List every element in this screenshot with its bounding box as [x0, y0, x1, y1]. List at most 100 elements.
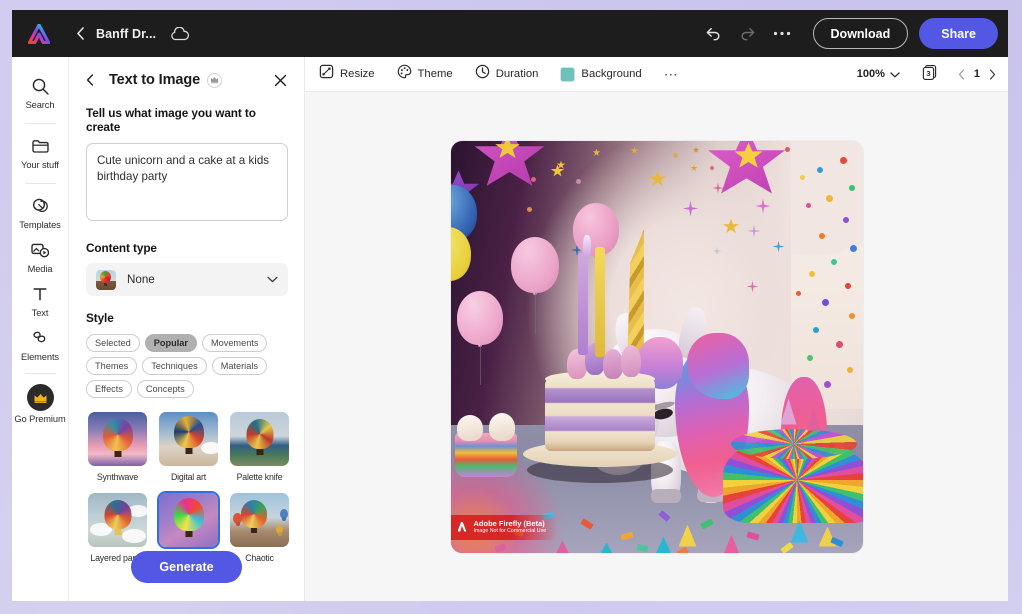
duration-label: Duration	[495, 68, 539, 80]
redo-icon[interactable]	[733, 19, 763, 49]
document-title[interactable]: Banff Dr...	[96, 27, 156, 41]
folder-icon	[31, 135, 50, 157]
resize-button[interactable]: Resize	[319, 64, 375, 84]
prev-page-button[interactable]	[958, 68, 965, 80]
sidebar-item-go-premium[interactable]: Go Premium	[12, 379, 69, 428]
chevron-down-icon	[267, 276, 278, 283]
background-button[interactable]: Background	[560, 66, 642, 82]
canvas-toolbar: Resize Theme Duration Background ⋯ 100% …	[305, 57, 1008, 92]
sidebar-item-label: Templates	[19, 220, 61, 230]
canvas-column: Resize Theme Duration Background ⋯ 100% …	[305, 57, 1008, 601]
content-type-label: Content type	[86, 241, 157, 255]
style-category-chips: Selected Popular Movements Themes Techni…	[86, 334, 294, 398]
sidebar-item-your-stuff[interactable]: Your stuff	[12, 130, 69, 174]
style-chip-materials[interactable]: Materials	[211, 357, 267, 375]
artboard[interactable]: Adobe Firefly (Beta) Image Not for Comme…	[450, 140, 863, 553]
back-button[interactable]	[72, 26, 88, 42]
crown-icon	[26, 384, 54, 411]
sidebar-item-label: Text	[31, 308, 49, 318]
adobe-express-logo[interactable]	[24, 20, 54, 48]
panel-header: Text to Image	[86, 57, 287, 88]
style-thumbnail	[228, 410, 291, 468]
text-icon	[31, 283, 49, 305]
watermark-subtitle: Image Not for Commercial Use	[473, 527, 547, 534]
sidebar-item-media[interactable]: Media	[12, 234, 69, 278]
style-thumbnail	[86, 491, 149, 549]
content-type-select[interactable]: None	[86, 263, 288, 296]
text-to-image-panel: Text to Image Tell us what image you wan…	[69, 57, 305, 601]
sidebar-item-templates[interactable]: Templates	[12, 190, 69, 234]
sidebar-item-label: Media	[27, 264, 53, 274]
panel-back-button[interactable]	[86, 74, 100, 86]
generate-button[interactable]: Generate	[131, 551, 242, 583]
sidebar-item-label: Search	[25, 100, 55, 110]
more-horizontal-icon[interactable]	[767, 19, 797, 49]
style-chip-techniques[interactable]: Techniques	[142, 357, 207, 375]
palette-icon	[397, 64, 412, 84]
firefly-watermark: Adobe Firefly (Beta) Image Not for Comme…	[450, 514, 557, 540]
canvas-area[interactable]: Adobe Firefly (Beta) Image Not for Comme…	[305, 92, 1008, 601]
theme-button[interactable]: Theme	[397, 64, 453, 84]
content-type-value: None	[127, 273, 155, 286]
style-option-palette-knife[interactable]: Palette knife	[228, 410, 291, 482]
style-chip-movements[interactable]: Movements	[201, 334, 268, 352]
svg-text:3: 3	[926, 69, 930, 78]
undo-icon[interactable]	[699, 19, 729, 49]
adobe-firefly-logo	[457, 521, 467, 532]
generate-button-wrap: Generate	[69, 551, 304, 583]
hot-air-balloon-thumbnail	[96, 269, 116, 290]
sidebar-item-label: Elements	[21, 352, 59, 362]
resize-label: Resize	[340, 68, 375, 80]
elements-icon	[30, 327, 50, 349]
style-label: Style	[86, 311, 114, 325]
sidebar-item-elements[interactable]: Elements	[12, 322, 69, 366]
next-page-button[interactable]	[989, 68, 996, 80]
cloud-saved-icon	[170, 26, 190, 41]
style-option-label: Palette knife	[236, 472, 283, 482]
prompt-input[interactable]	[86, 143, 288, 221]
style-chip-selected[interactable]: Selected	[86, 334, 140, 352]
page-navigation: 1	[958, 68, 996, 80]
top-bar: Banff Dr... Download Share	[12, 10, 1008, 57]
style-option-label: Digital art	[171, 472, 206, 482]
zoom-value: 100%	[856, 68, 885, 80]
style-chip-concepts[interactable]: Concepts	[136, 380, 194, 398]
app-body: Search Your stuff Templates Media Text E…	[12, 57, 1008, 601]
premium-badge-icon	[207, 72, 223, 88]
prompt-label: Tell us what image you want to create	[86, 106, 256, 134]
zoom-control[interactable]: 100%	[857, 65, 900, 83]
sidebar-item-label: Go Premium	[14, 414, 66, 424]
search-icon	[31, 75, 50, 97]
current-page-number: 1	[973, 68, 980, 80]
style-option-synthwave[interactable]: Synthwave	[86, 410, 149, 482]
sidebar-item-label: Your stuff	[21, 160, 59, 170]
resize-icon	[319, 64, 334, 84]
style-thumbnail	[86, 410, 149, 468]
pages-icon[interactable]: 3	[920, 64, 940, 84]
style-thumbnail-grid: Synthwave Digital art Palette knife Laye…	[86, 410, 291, 563]
generated-image: Adobe Firefly (Beta) Image Not for Comme…	[450, 140, 863, 553]
style-chip-themes[interactable]: Themes	[86, 357, 138, 375]
theme-label: Theme	[417, 68, 453, 80]
left-rail: Search Your stuff Templates Media Text E…	[12, 57, 69, 601]
sidebar-item-search[interactable]: Search	[12, 70, 69, 114]
toolbar-more-icon[interactable]: ⋯	[664, 67, 679, 81]
style-thumbnail	[157, 491, 220, 549]
download-button[interactable]: Download	[812, 18, 909, 49]
style-chip-effects[interactable]: Effects	[86, 380, 132, 398]
background-color-swatch[interactable]	[560, 66, 576, 82]
watermark-title: Adobe Firefly (Beta)	[473, 518, 545, 528]
duration-button[interactable]: Duration	[475, 64, 539, 84]
rail-divider	[24, 183, 56, 184]
share-button[interactable]: Share	[919, 18, 998, 49]
style-chip-popular[interactable]: Popular	[144, 334, 197, 352]
clock-icon	[475, 64, 490, 84]
style-thumbnail	[157, 410, 220, 468]
background-label: Background	[581, 68, 642, 80]
style-option-digital-art[interactable]: Digital art	[157, 410, 220, 482]
sidebar-item-text[interactable]: Text	[12, 278, 69, 322]
media-icon	[30, 239, 50, 261]
close-icon[interactable]	[274, 74, 287, 87]
chevron-down-icon	[890, 65, 900, 83]
templates-icon	[30, 195, 50, 217]
